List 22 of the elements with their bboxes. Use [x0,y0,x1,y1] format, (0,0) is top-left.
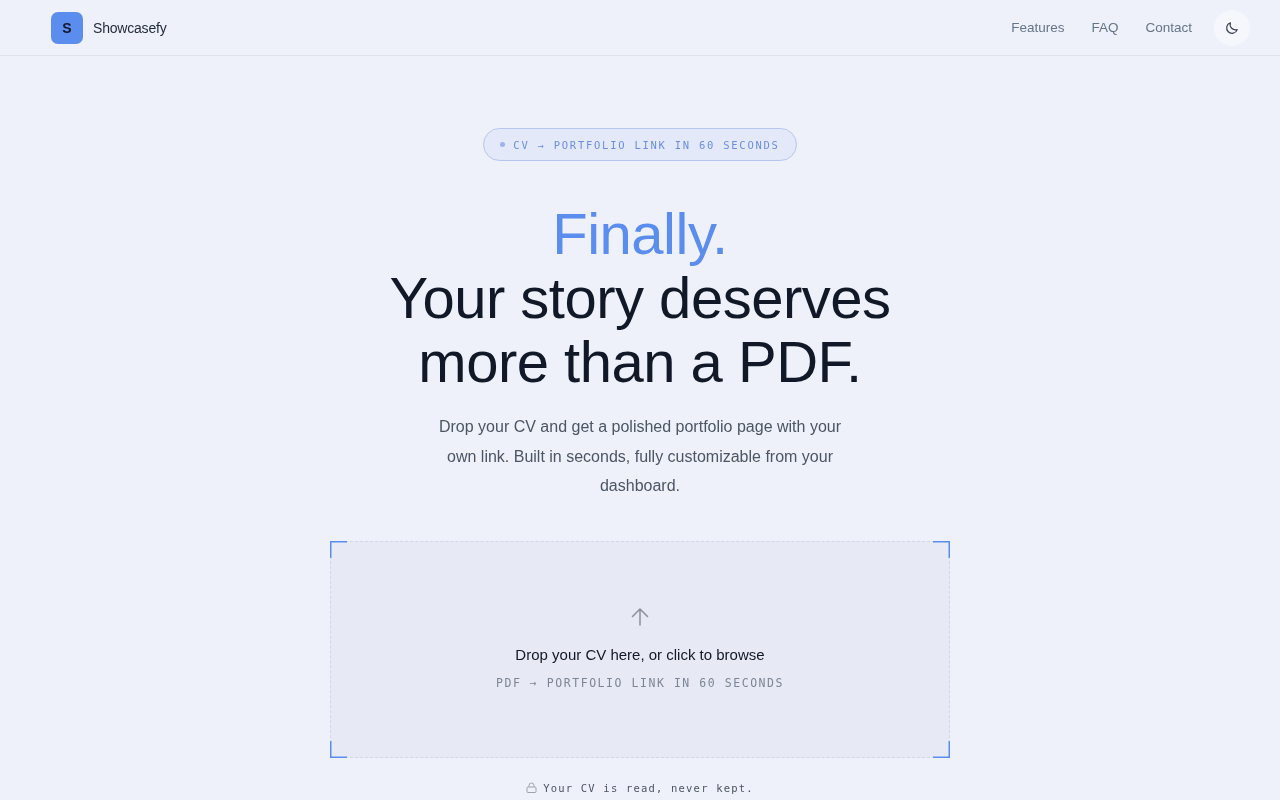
brand-name: Showcasefy [93,19,167,36]
badge-text: CV → PORTFOLIO LINK IN 60 SECONDS [513,138,780,151]
dot-icon [500,142,506,147]
dropzone-hint: PDF → PORTFOLIO LINK IN 60 SECONDS [495,676,785,690]
dropzone-prompt: Drop your CV here, or click to browse [515,646,765,663]
moon-icon [1225,20,1239,35]
corner-bracket [330,540,347,558]
corner-bracket [933,740,950,758]
headline-accent: Finally. [552,202,728,266]
description-text: Drop your CV and get a polished portfolio page with your own link. Built in seconds, fully customizable from your dashboard. [438,417,842,496]
upload-dropzone[interactable]: Drop your CV here, or click to browse PDF → PORTFOLIO LINK IN 60 SECONDS [330,540,950,758]
upload-arrow-icon [631,608,649,626]
nav-link[interactable]: Contact [1145,20,1192,35]
privacy-note: Your CV is read, never kept. [543,781,754,794]
nav-link[interactable]: Features [1011,20,1065,35]
corner-bracket [330,740,347,758]
corner-bracket [933,540,950,558]
theme-toggle-button[interactable] [1214,9,1250,46]
nav-link[interactable]: FAQ [1091,20,1119,35]
logo-tile[interactable]: S [51,11,83,44]
lock-icon [526,782,538,793]
headline: Your story deserves more than a PDF. [388,266,892,394]
